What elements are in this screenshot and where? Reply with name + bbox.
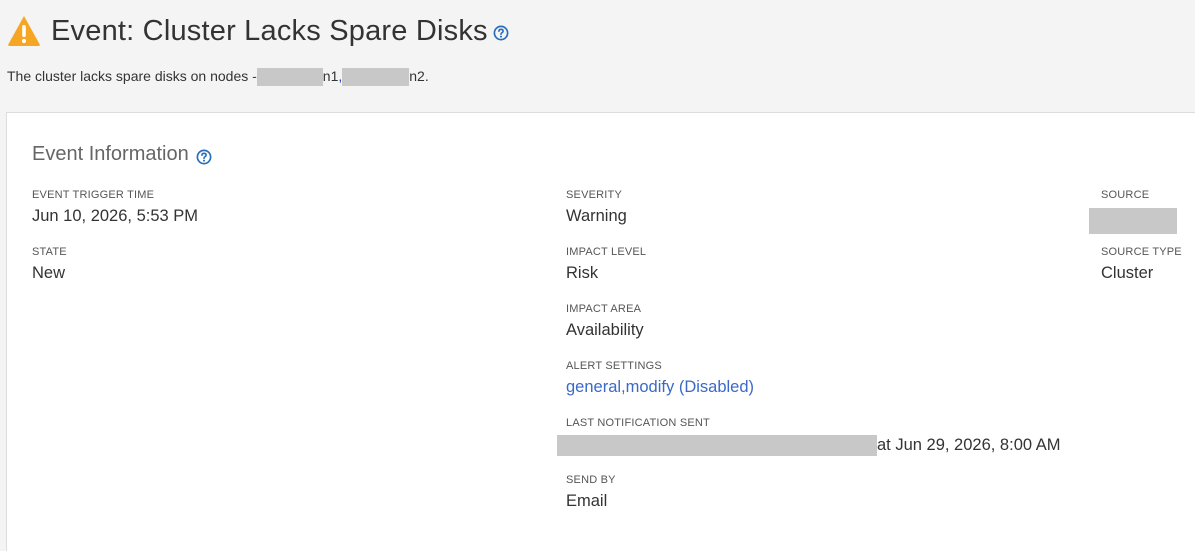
source-value <box>1089 208 1177 234</box>
redacted-node-prefix-1 <box>256 68 323 87</box>
page-header: Event: Cluster Lacks Spare Disks The clu… <box>0 0 1195 112</box>
section-title: Event Information <box>32 143 212 166</box>
event-trigger-time-label: EVENT TRIGGER TIME <box>32 189 155 201</box>
event-trigger-time-value: Jun 10, 2026, 5:53 PM <box>32 207 199 225</box>
field-source-type: SOURCE TYPE Cluster <box>1101 246 1182 283</box>
field-source: SOURCE <box>1089 189 1177 234</box>
redacted-source <box>1089 208 1177 234</box>
send-by-value: Email <box>566 492 608 510</box>
impact-area-label: IMPACT AREA <box>566 303 642 315</box>
help-circle-icon[interactable] <box>493 25 509 41</box>
help-circle-icon[interactable] <box>196 148 212 164</box>
last-notification-value: at Jun 29, 2026, 8:00 AM <box>557 435 1060 456</box>
alert-modify-link[interactable]: modify (Disabled) <box>626 378 754 396</box>
field-impact-area: IMPACT AREA Availability <box>566 303 644 340</box>
node-1-link[interactable]: n1 <box>323 68 339 84</box>
last-notification-time: at Jun 29, 2026, 8:00 AM <box>877 435 1061 454</box>
section-title-text: Event Information <box>32 143 189 165</box>
field-last-notification-sent: LAST NOTIFICATION SENT at Jun 29, 2026, … <box>557 417 1060 456</box>
field-event-trigger-time: EVENT TRIGGER TIME Jun 10, 2026, 5:53 PM <box>32 189 198 226</box>
impact-level-label: IMPACT LEVEL <box>566 246 647 258</box>
event-information-panel: Event Information EVENT TRIGGER TIME Jun… <box>6 112 1195 551</box>
field-impact-level: IMPACT LEVEL Risk <box>566 246 646 283</box>
page-title: Event: Cluster Lacks Spare Disks <box>51 14 488 47</box>
state-value: New <box>32 264 66 282</box>
severity-value: Warning <box>566 207 627 225</box>
state-label: STATE <box>32 246 67 258</box>
last-notification-label: LAST NOTIFICATION SENT <box>566 417 710 429</box>
send-by-label: SEND BY <box>566 474 616 486</box>
event-description: The cluster lacks spare disks on nodes -… <box>7 68 429 87</box>
node-2-link[interactable]: n2 <box>409 68 425 84</box>
field-state: STATE New <box>32 246 67 283</box>
alert-settings-label: ALERT SETTINGS <box>566 360 662 372</box>
source-type-value: Cluster <box>1101 264 1154 282</box>
field-send-by: SEND BY Email <box>566 474 616 511</box>
warning-triangle-icon <box>7 14 41 48</box>
title-row: Event: Cluster Lacks Spare Disks <box>7 14 509 48</box>
field-alert-settings: ALERT SETTINGS general,modify (Disabled) <box>566 360 754 397</box>
redacted-recipient <box>557 435 877 456</box>
field-severity: SEVERITY Warning <box>566 189 627 226</box>
severity-label: SEVERITY <box>566 189 623 201</box>
source-type-label: SOURCE TYPE <box>1101 246 1182 258</box>
impact-level-value: Risk <box>566 264 599 282</box>
description-end: . <box>424 68 429 84</box>
redacted-node-prefix-2 <box>342 68 410 87</box>
alert-general-link[interactable]: general <box>566 378 621 396</box>
source-label: SOURCE <box>1101 189 1150 201</box>
alert-settings-value: general,modify (Disabled) <box>566 378 754 397</box>
impact-area-value: Availability <box>566 321 644 339</box>
description-text: The cluster lacks spare disks on nodes <box>7 68 253 84</box>
